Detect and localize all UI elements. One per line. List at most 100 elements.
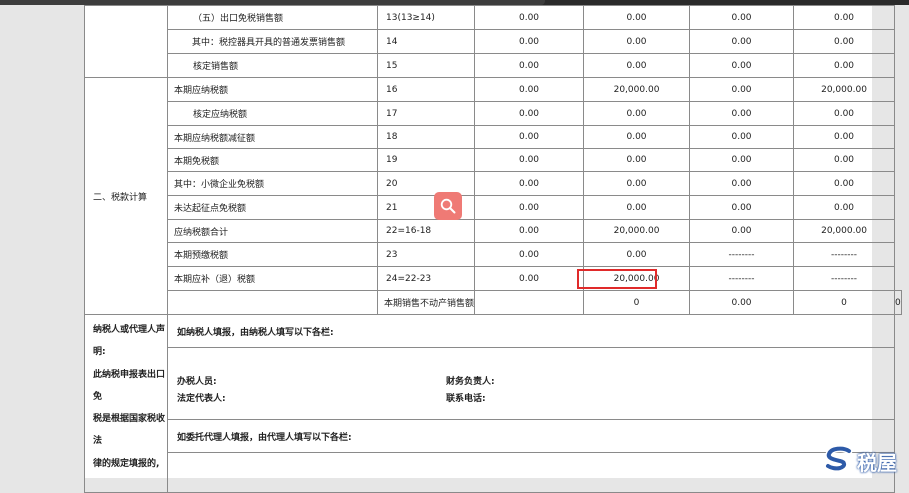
value-cell[interactable]: 0.00 [689,125,795,149]
value-cell[interactable]: 0.00 [689,29,795,54]
value-cell[interactable]: 0.00 [583,242,691,267]
value-cell[interactable]: 0.00 [793,5,896,30]
declaration-row: 如委托代理人填报，由代理人填写以下各栏: [85,419,902,453]
value-cell[interactable]: 0.00 [689,171,795,196]
value-cell[interactable]: 0.00 [689,219,795,243]
brand-s-logo-icon [824,446,853,472]
value-cell[interactable]: 0.00 [793,101,896,126]
value-cell[interactable]: 0.00 [793,148,896,172]
line-no-cell: 19 [376,148,476,172]
taxpayer-section-heading: 如纳税人填报，由纳税人填写以下各栏: [166,314,896,348]
value-cell[interactable]: -------- [793,266,896,291]
project-cell: 本期预缴税额 [167,242,378,267]
table-row: 核定应纳税额 17 0.00 0.00 0.00 0.00 [85,101,902,126]
declaration-line: 明: [93,347,106,358]
table-row: 本期销售不动产销售额 0 0.00 0 0 [85,290,902,315]
value-cell[interactable]: 0.00 [793,195,896,220]
value-cell[interactable]: 0.00 [689,77,795,102]
value-cell[interactable]: 0.00 [474,29,585,54]
value-cell[interactable]: 20,000.00 [583,77,691,102]
value-cell[interactable]: 0.00 [474,77,585,102]
value-cell[interactable]: 0.00 [689,5,795,30]
table-row: 本期应纳税额减征额 18 0.00 0.00 0.00 0.00 [85,125,902,149]
line-no-cell: 23 [376,242,476,267]
value-cell[interactable]: 0.00 [474,242,585,267]
value-cell[interactable]: 0.00 [583,195,691,220]
line-no-cell: 22=16-18 [376,219,476,243]
table-row: （五）出口免税销售额 13(13≥14) 0.00 0.00 0.00 0.00 [84,5,902,78]
value-cell[interactable]: 0.00 [689,53,795,78]
line-no-cell: 17 [376,101,476,126]
value-cell[interactable]: -------- [689,242,795,267]
value-cell[interactable]: 0.00 [689,101,795,126]
value-cell[interactable]: 0 [894,290,902,315]
phone-label: 联系电话: [446,394,486,404]
project-cell: 未达起征点免税额 [167,195,378,220]
line-no-cell: 13(13≥14) [376,5,476,30]
legal-rep-label: 法定代表人: [177,394,226,404]
project-cell: 本期免税额 [167,148,378,172]
value-cell[interactable]: 0.00 [474,53,585,78]
table-row: 二、税款计算 本期应纳税额 16 0.00 20,000.00 0.00 20,… [84,77,902,315]
value-cell[interactable]: 0.00 [474,148,585,172]
value-cell[interactable]: -------- [793,242,896,267]
value-cell[interactable]: 0.00 [793,171,896,196]
value-cell[interactable]: 0.00 [689,290,795,315]
declaration-line: 法 [93,436,103,447]
project-cell: 核定销售额 [167,53,378,78]
value-cell[interactable]: 0.00 [474,125,585,149]
value-cell[interactable]: 0.00 [793,125,896,149]
value-cell[interactable]: 0.00 [793,53,896,78]
brand-name: 税屋 [857,451,897,475]
value-cell[interactable]: 0 [793,290,896,315]
value-cell[interactable]: 0.00 [583,101,691,126]
value-cell[interactable]: 0.00 [583,171,691,196]
value-cell[interactable]: 0.00 [583,148,691,172]
value-cell[interactable]: 0.00 [474,5,585,30]
value-cell[interactable]: 0.00 [474,101,585,126]
value-cell[interactable]: 0.00 [474,171,585,196]
declaration-line: 税是根据国家税收 [93,414,166,425]
value-cell[interactable]: 20,000.00 [793,219,896,243]
declaration-line: 此纳税申报表出口 [93,369,166,380]
section-cell-blank [84,5,168,78]
value-cell[interactable]: 0.00 [793,29,896,54]
tax-return-table: （五）出口免税销售额 13(13≥14) 0.00 0.00 0.00 0.00… [84,5,902,493]
project-cell: 其中：小微企业免税额 [167,171,378,196]
project-cell: 本期应纳税额 [167,77,378,102]
declaration-row: 纳税人或代理人声 明: 此纳税申报表出口 免 税是根据国家税收 法 律的规定填报… [84,314,902,493]
zoom-button[interactable] [434,192,462,220]
line-no-cell: 16 [376,77,476,102]
taxpayer-fields: 办税人员: 财务负责人: 法定代表人: 联系电话: [166,347,896,420]
value-cell[interactable]: 0.00 [474,195,585,220]
value-cell[interactable]: 0.00 [583,5,691,30]
value-cell[interactable]: 0.00 [689,148,795,172]
project-cell: 本期应补（退）税额 [167,266,378,291]
value-cell[interactable]: 0.00 [474,266,585,291]
table-row: 核定销售额 15 0.00 0.00 0.00 0.00 [85,53,902,78]
value-cell[interactable]: 20,000.00 [793,77,896,102]
project-cell: （五）出口免税销售额 [167,5,378,30]
value-cell[interactable]: 0.00 [689,195,795,220]
value-cell[interactable]: 0.00 [474,219,585,243]
value-cell[interactable]: 0.00 [583,53,691,78]
value-cell[interactable]: -------- [689,266,795,291]
project-cell: 本期应纳税额减征额 [167,125,378,149]
table-row: 其中：小微企业免税额 20 0.00 0.00 0.00 0.00 [85,171,902,196]
declaration-line: 免 [93,391,103,402]
value-cell[interactable]: 0.00 [583,125,691,149]
value-cell[interactable]: 0 [583,290,691,315]
declaration-statement: 纳税人或代理人声 明: 此纳税申报表出口 免 税是根据国家税收 法 律的规定填报… [84,314,168,493]
highlight-box [577,269,657,289]
agent-section-heading: 如委托代理人填报，由代理人填写以下各栏: [166,419,896,453]
table-row: 本期应补（退）税额 24=22-23 0.00 20,000.00 ------… [85,266,902,291]
table-row: 未达起征点免税额 21 0.00 0.00 0.00 0.00 [85,195,902,220]
section-label-tax-calculation: 二、税款计算 [84,77,168,315]
value-cell[interactable]: 0.00 [583,29,691,54]
line-no-cell: 18 [376,125,476,149]
value-cell[interactable]: 20,000.00 [583,219,691,243]
line-no-cell [474,290,585,315]
line-no-cell: 20 [376,171,476,196]
line-no-cell: 14 [376,29,476,54]
declaration-line: 纳税人或代理人声 [93,325,166,335]
